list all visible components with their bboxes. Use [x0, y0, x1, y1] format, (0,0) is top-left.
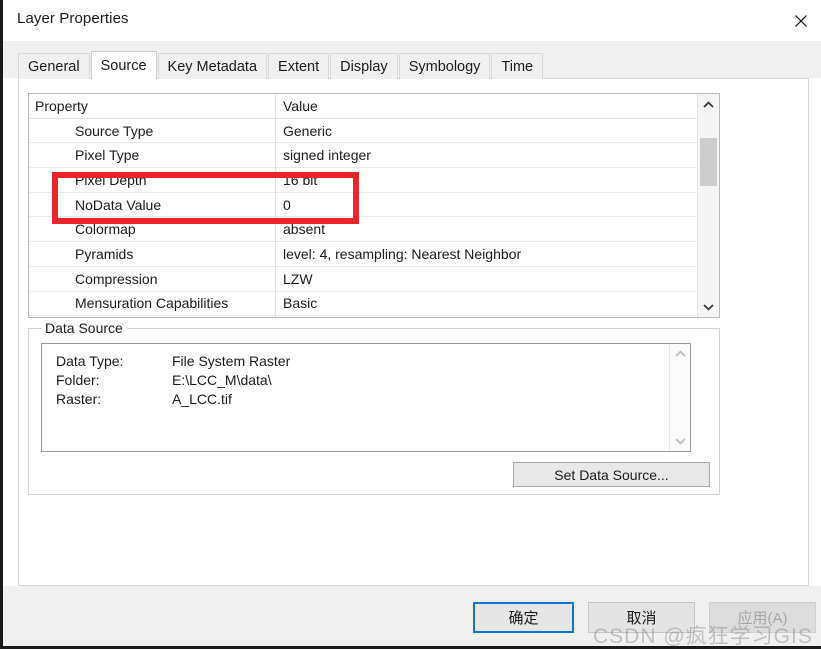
tab-display[interactable]: Display: [330, 53, 398, 79]
raster-label: Raster:: [56, 391, 102, 407]
data-source-fields: Data Type: File System Raster Folder: E:…: [56, 352, 290, 409]
data-source-group-title: Data Source: [41, 320, 127, 336]
table-row[interactable]: Source Type Generic: [29, 119, 698, 144]
title-bar: Layer Properties: [3, 0, 821, 41]
row-value: level: 4, resampling: Nearest Neighbor: [283, 245, 522, 262]
row-label: Pixel Depth: [75, 171, 147, 188]
page-title: Layer Properties: [17, 10, 129, 27]
folder-label: Folder:: [56, 372, 100, 388]
data-type-value: File System Raster: [172, 353, 291, 369]
layer-properties-dialog: Layer Properties General Source Key Meta…: [0, 0, 821, 649]
data-source-info-box: Data Type: File System Raster Folder: E:…: [41, 343, 691, 452]
chevron-up-icon[interactable]: [670, 345, 690, 363]
folder-value: E:\LCC_M\data\: [172, 372, 272, 388]
row-value: 16 bit: [283, 171, 318, 188]
row-label: Pyramids: [75, 245, 134, 262]
property-table-scrollbar[interactable]: [697, 94, 719, 317]
row-label: Pixel Type: [75, 147, 140, 164]
data-source-scrollbar[interactable]: [669, 344, 690, 451]
chevron-up-icon[interactable]: [698, 95, 719, 114]
apply-button: 应用(A): [709, 602, 816, 633]
row-label: Mensuration Capabilities: [75, 295, 229, 312]
property-table: Property Value Source Type Generic Pixel…: [28, 93, 720, 318]
close-icon[interactable]: [778, 0, 821, 41]
tab-time[interactable]: Time: [491, 53, 544, 79]
tab-extent[interactable]: Extent: [268, 53, 330, 79]
row-value: 0: [283, 196, 291, 213]
table-row[interactable]: NoData Value 0: [29, 193, 698, 218]
row-value: absent: [283, 221, 326, 238]
list-item: Data Type: File System Raster: [56, 352, 290, 371]
row-value: LZW: [283, 270, 313, 287]
header-property: Property: [35, 97, 88, 114]
property-table-rows: Property Value Source Type Generic Pixel…: [29, 94, 698, 317]
source-tab-panel: Property Value Source Type Generic Pixel…: [18, 78, 809, 586]
row-label: NoData Value: [75, 196, 162, 213]
table-row[interactable]: Status Permanent: [29, 316, 698, 317]
tab-general[interactable]: General: [18, 53, 90, 79]
cancel-button[interactable]: 取消: [588, 602, 695, 633]
row-label: Compression: [75, 270, 158, 287]
table-row[interactable]: Colormap absent: [29, 217, 698, 243]
tab-source[interactable]: Source: [90, 51, 157, 80]
chevron-down-icon[interactable]: [670, 432, 690, 450]
table-row[interactable]: Pixel Type signed integer: [29, 143, 698, 169]
row-label: Colormap: [75, 221, 136, 238]
tab-bar: General Source Key Metadata Extent Displ…: [18, 51, 544, 80]
scrollbar-thumb[interactable]: [700, 138, 717, 186]
row-value: signed integer: [283, 147, 371, 164]
list-item: Folder: E:\LCC_M\data\: [56, 371, 290, 390]
data-type-label: Data Type:: [56, 353, 124, 369]
row-value: Basic: [283, 295, 318, 312]
table-row[interactable]: Mensuration Capabilities Basic: [29, 292, 698, 317]
data-source-group: Data Source Data Type: File System Raste…: [28, 320, 720, 495]
tab-key-metadata[interactable]: Key Metadata: [157, 53, 268, 79]
tab-symbology[interactable]: Symbology: [398, 53, 491, 79]
column-divider: [275, 94, 276, 317]
table-row[interactable]: Compression LZW: [29, 267, 698, 292]
row-label: Source Type: [75, 122, 154, 139]
table-row[interactable]: Pixel Depth 16 bit: [29, 168, 698, 193]
header-value: Value: [283, 97, 318, 114]
row-value: Generic: [283, 122, 333, 139]
ok-button[interactable]: 确定: [473, 602, 574, 633]
list-item: Raster: A_LCC.tif: [56, 390, 290, 409]
chevron-down-icon[interactable]: [698, 297, 719, 316]
raster-value: A_LCC.tif: [172, 391, 232, 407]
table-header-row: Property Value: [29, 94, 698, 119]
set-data-source-button[interactable]: Set Data Source...: [513, 462, 710, 487]
table-row[interactable]: Pyramids level: 4, resampling: Nearest N…: [29, 242, 698, 267]
dialog-footer: [3, 586, 821, 646]
